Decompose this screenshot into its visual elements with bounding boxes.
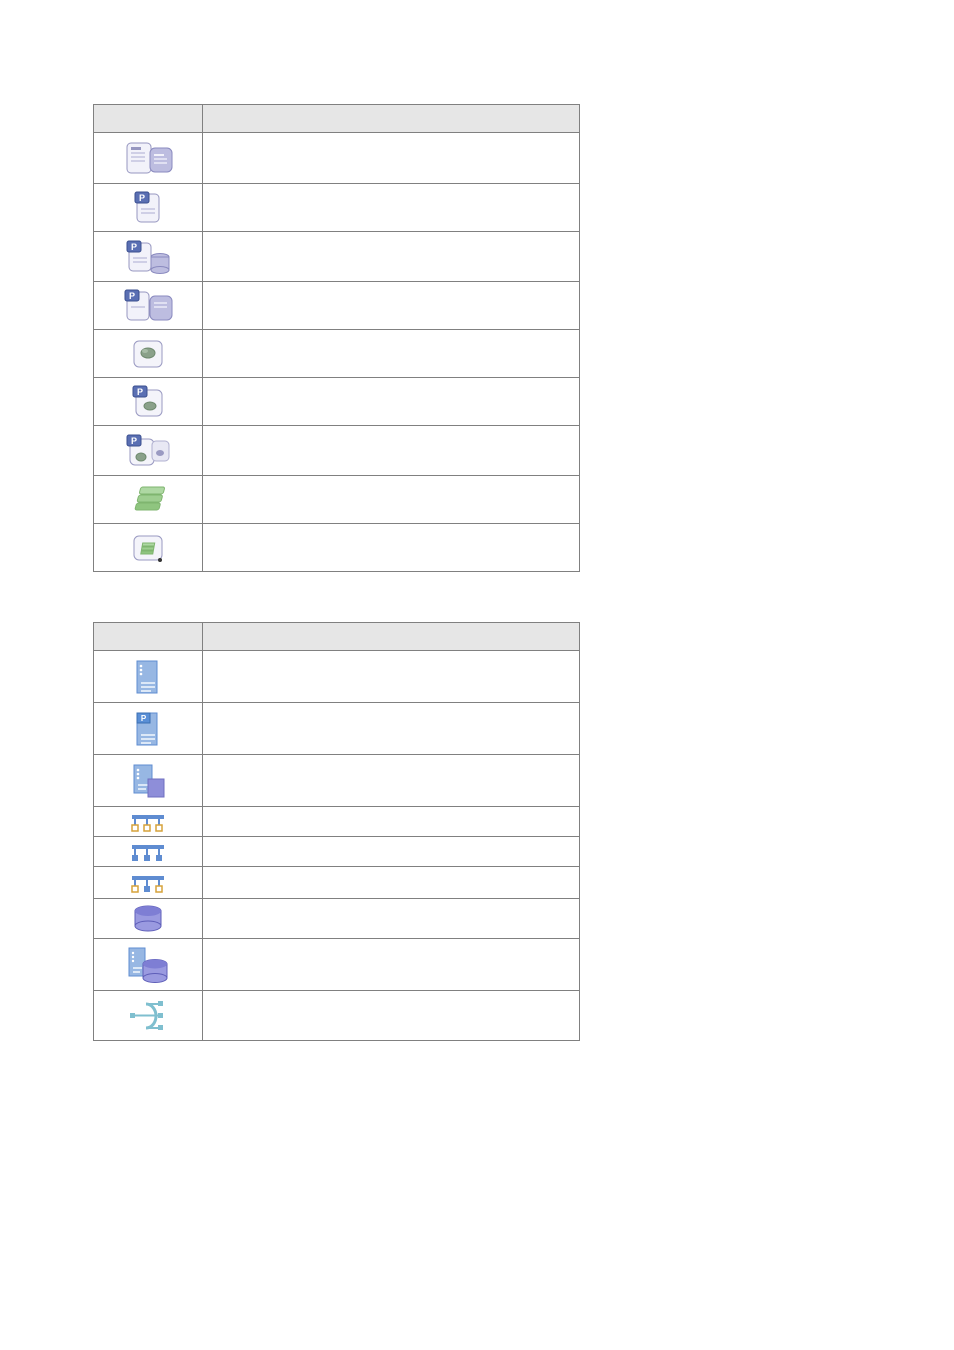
table-row: P [94, 184, 580, 232]
image-style-icon [95, 337, 201, 371]
table2-row0-desc [203, 651, 580, 703]
table1-row5-desc [203, 378, 580, 426]
table2-row4-desc [203, 837, 580, 867]
table-row [94, 991, 580, 1041]
connector-icon [95, 998, 201, 1034]
structure-empty-icon [95, 811, 201, 833]
table2-row2-desc [203, 755, 580, 807]
table1-header-desc [203, 105, 580, 133]
page-style-private-icon: P [95, 188, 201, 228]
svg-text:P: P [131, 436, 137, 446]
table1-row1-desc [203, 184, 580, 232]
svg-text:P: P [131, 242, 137, 252]
table-row [94, 755, 580, 807]
structure-full-icon [95, 841, 201, 863]
table-row: P [94, 232, 580, 282]
page-style-private-database-icon: P [95, 237, 201, 277]
image-style-private-overview-icon: P [95, 431, 201, 471]
table-row [94, 133, 580, 184]
table2-row5-desc [203, 867, 580, 899]
books-style-icon [95, 483, 201, 517]
template-missing-icon [95, 761, 201, 801]
table2-row8-desc [203, 991, 580, 1041]
table1-row2-desc [203, 232, 580, 282]
table-row [94, 651, 580, 703]
svg-text:P: P [141, 714, 147, 723]
template-database-icon [95, 944, 201, 986]
table1-row7-desc [203, 476, 580, 524]
table1-row6-desc [203, 426, 580, 476]
svg-text:P: P [139, 193, 145, 203]
table2-header-icon [94, 623, 203, 651]
table2-row1-desc [203, 703, 580, 755]
table-row [94, 837, 580, 867]
table1-row4-desc [203, 330, 580, 378]
table-row [94, 330, 580, 378]
table1-header-icon [94, 105, 203, 133]
icon-reference-table-1: P P [93, 104, 580, 572]
table-row: P [94, 426, 580, 476]
table-row [94, 524, 580, 572]
svg-text:P: P [129, 291, 135, 301]
table-row [94, 476, 580, 524]
template-generated-icon [95, 657, 201, 697]
table1-row8-desc [203, 524, 580, 572]
template-private-icon: P [95, 709, 201, 749]
table-row [94, 867, 580, 899]
structure-partial-icon [95, 872, 201, 894]
table-row [94, 899, 580, 939]
icon-reference-table-2: P [93, 622, 580, 1041]
table-row: P [94, 703, 580, 755]
page-style-private-overview-icon: P [95, 286, 201, 326]
table-row [94, 939, 580, 991]
table1-row0-desc [203, 133, 580, 184]
table2-row3-desc [203, 807, 580, 837]
table1-row3-desc [203, 282, 580, 330]
database-icon [95, 904, 201, 934]
image-style-private-icon: P [95, 384, 201, 420]
page: P P [0, 0, 954, 1350]
table2-row7-desc [203, 939, 580, 991]
page-style-overview-icon [95, 138, 201, 178]
embedded-style-icon [95, 530, 201, 566]
table-row [94, 807, 580, 837]
table2-header-desc [203, 623, 580, 651]
table2-row6-desc [203, 899, 580, 939]
svg-text:P: P [137, 387, 143, 397]
table-row: P [94, 282, 580, 330]
table-row: P [94, 378, 580, 426]
